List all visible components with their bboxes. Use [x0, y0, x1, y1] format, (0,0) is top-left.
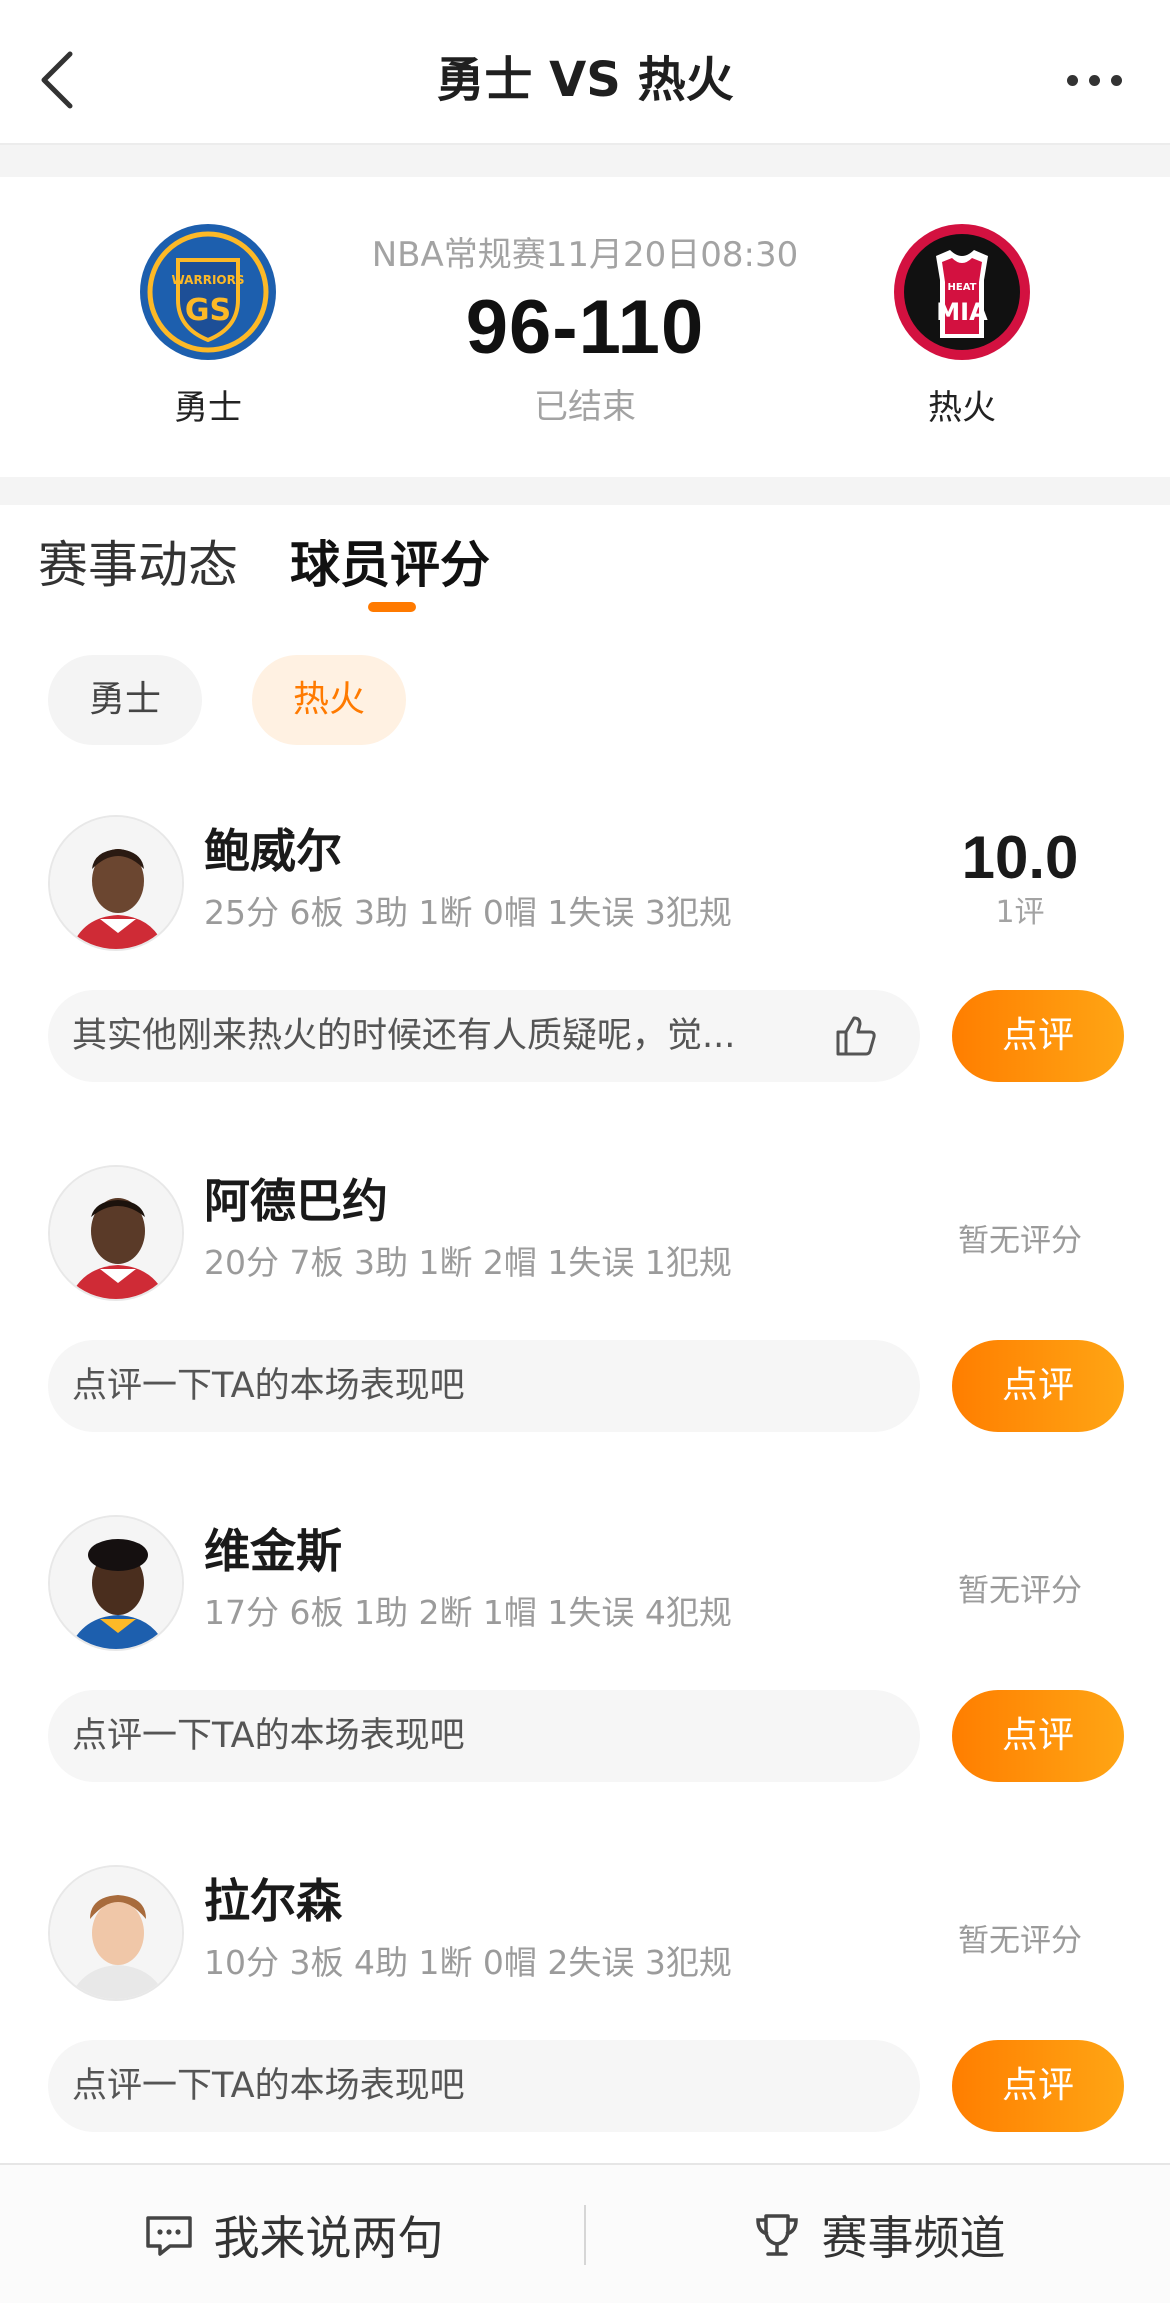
no-rating-text: 暂无评分 — [958, 1923, 1082, 1959]
home-team-name: 勇士 — [174, 388, 242, 428]
player-name: 拉尔森 — [204, 1874, 342, 1928]
player-stats: 17分 6板 1助 2断 1帽 1失误 4犯规 — [204, 1593, 732, 1632]
away-team-name: 热火 — [928, 388, 996, 428]
top-nav: 勇士 VS 热火 — [0, 0, 1170, 145]
review-button[interactable]: 点评 — [952, 990, 1124, 1082]
page-title: 勇士 VS 热火 — [436, 52, 734, 108]
thumbs-up-icon — [836, 1016, 876, 1056]
like-button[interactable] — [832, 1012, 880, 1060]
match-channel-button[interactable]: 赛事频道 — [585, 2165, 1170, 2303]
comment-text: 其实他刚来热火的时候还有人质疑呢，觉... — [72, 1016, 736, 1056]
comment-input[interactable]: 点评一下TA的本场表现吧 — [48, 2040, 920, 2132]
final-score: 96-110 — [465, 285, 705, 370]
away-team[interactable]: HEAT MIA 热火 — [862, 222, 1062, 429]
main-content: 赛事动态 球员评分 勇士 热火 鲍威尔 25分 6板 3助 1断 0帽 1失误 … — [0, 505, 1170, 2163]
player-stats: 20分 7板 3助 1断 2帽 1失误 1犯规 — [204, 1243, 732, 1282]
no-rating-text: 暂无评分 — [958, 1223, 1082, 1259]
player-name: 阿德巴约 — [204, 1174, 388, 1228]
tab-player-ratings[interactable]: 球员评分 — [290, 535, 490, 595]
rating-count: 1评 — [995, 895, 1045, 930]
player-avatar[interactable] — [48, 1515, 184, 1651]
rating-value: 10.0 — [961, 824, 1079, 891]
player-rating: 10.0 1评 — [930, 823, 1110, 933]
player-row: 鲍威尔 25分 6板 3助 1断 0帽 1失误 3犯规 10.0 1评 其实他刚… — [0, 815, 1170, 1115]
warriors-logo: WARRIORS GS — [138, 222, 278, 362]
tab-match-updates[interactable]: 赛事动态 — [38, 535, 238, 595]
review-button[interactable]: 点评 — [952, 2040, 1124, 2132]
more-dots-icon — [1066, 74, 1078, 86]
match-info: NBA常规赛11月20日08:30 96-110 已结束 — [335, 227, 835, 428]
player-row: 阿德巴约 20分 7板 3助 1断 2帽 1失误 1犯规 暂无评分 点评一下TA… — [0, 1165, 1170, 1465]
player-avatar[interactable] — [48, 815, 184, 951]
heat-logo: HEAT MIA — [892, 222, 1032, 362]
player-name: 维金斯 — [204, 1524, 342, 1578]
comment-placeholder: 点评一下TA的本场表现吧 — [72, 1716, 465, 1756]
player-row: 拉尔森 10分 3板 4助 1断 0帽 2失误 3犯规 暂无评分 点评一下TA的… — [0, 1865, 1170, 2163]
warriors-logo-main-text: GS — [185, 293, 231, 328]
player-name: 鲍威尔 — [204, 824, 342, 878]
player-rating: 暂无评分 — [930, 1173, 1110, 1309]
warriors-logo-top-text: WARRIORS — [171, 273, 244, 287]
comment-placeholder: 点评一下TA的本场表现吧 — [72, 1366, 465, 1406]
player-rating: 暂无评分 — [930, 1523, 1110, 1659]
match-channel-label: 赛事频道 — [821, 2211, 1006, 2265]
comment-input[interactable]: 点评一下TA的本场表现吧 — [48, 1690, 920, 1782]
player-row: 维金斯 17分 6板 1助 2断 1帽 1失误 4犯规 暂无评分 点评一下TA的… — [0, 1515, 1170, 1815]
comment-input[interactable]: 点评一下TA的本场表现吧 — [48, 1340, 920, 1432]
heat-logo-main-text: MIA — [936, 298, 988, 326]
review-button[interactable]: 点评 — [952, 1340, 1124, 1432]
no-rating-text: 暂无评分 — [958, 1573, 1082, 1609]
review-button[interactable]: 点评 — [952, 1690, 1124, 1782]
match-status: 已结束 — [534, 387, 636, 427]
trophy-icon — [755, 2214, 798, 2256]
active-tab-indicator — [368, 602, 416, 612]
comment-preview[interactable]: 其实他刚来热火的时候还有人质疑呢，觉... — [48, 990, 920, 1082]
comment-button-label: 我来说两句 — [213, 2211, 444, 2265]
tab-bar: 赛事动态 球员评分 — [0, 505, 1170, 635]
chat-bubble-icon — [145, 2216, 192, 2256]
match-card: WARRIORS GS 勇士 NBA常规赛11月20日08:30 96-110 … — [0, 177, 1170, 477]
more-dot — [1088, 74, 1100, 86]
player-rating: 暂无评分 — [930, 1873, 1110, 2009]
more-button[interactable] — [1054, 40, 1134, 120]
player-avatar[interactable] — [48, 1865, 184, 2001]
heat-logo-top-text: HEAT — [948, 282, 977, 293]
comment-button[interactable]: 我来说两句 — [0, 2165, 585, 2303]
player-avatar[interactable] — [48, 1165, 184, 1301]
home-team[interactable]: WARRIORS GS 勇士 — [108, 222, 308, 429]
comment-placeholder: 点评一下TA的本场表现吧 — [72, 2066, 465, 2106]
player-stats: 25分 6板 3助 1断 0帽 1失误 3犯规 — [204, 893, 732, 932]
filter-heat[interactable]: 热火 — [252, 655, 406, 745]
filter-warriors[interactable]: 勇士 — [48, 655, 202, 745]
more-dot — [1110, 74, 1122, 86]
bottom-bar: 我来说两句 赛事频道 — [0, 2163, 1170, 2303]
player-stats: 10分 3板 4助 1断 0帽 2失误 3犯规 — [204, 1943, 732, 1982]
league-time: NBA常规赛11月20日08:30 — [371, 235, 799, 275]
